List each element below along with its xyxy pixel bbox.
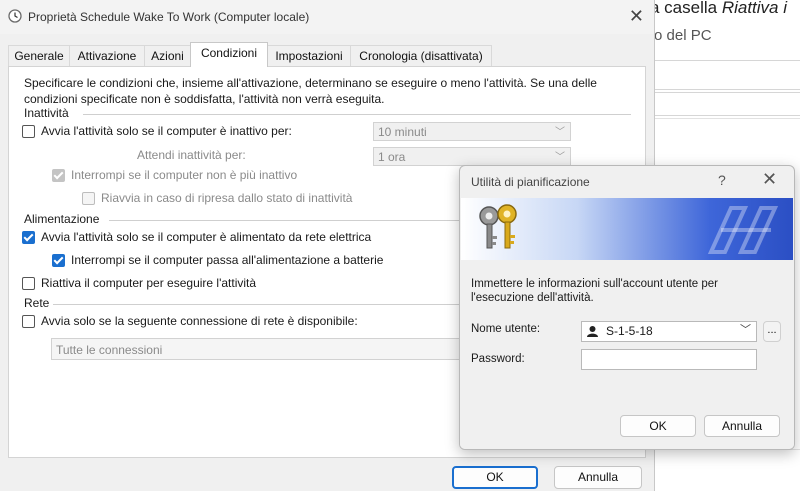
background-text-prefix: a casella: [650, 0, 722, 17]
wait-duration-select[interactable]: 1 ora ﹀: [373, 147, 571, 166]
idle-duration-select[interactable]: 10 minuti ﹀: [373, 122, 571, 141]
background-text-italic: Riattiva i: [721, 0, 788, 17]
ac-power-checkbox[interactable]: [22, 231, 35, 244]
network-connection-checkbox[interactable]: [22, 315, 35, 328]
network-connection-select[interactable]: Tutte le connessioni: [51, 338, 471, 360]
restart-idle-checkbox[interactable]: [82, 192, 95, 205]
tab-generale[interactable]: Generale: [8, 45, 70, 66]
stop-idle-label: Interrompi se il computer non è più inat…: [71, 168, 298, 182]
conditions-description: Specificare le condizioni che, insieme a…: [24, 76, 597, 106]
battery-stop-checkbox[interactable]: [52, 254, 65, 267]
dialog-title: Proprietà Schedule Wake To Work (Compute…: [28, 10, 310, 24]
chevron-down-icon: ﹀: [740, 324, 751, 336]
power-group-label: Alimentazione: [24, 212, 100, 226]
tab-condizioni[interactable]: Condizioni: [190, 42, 268, 67]
start-idle-label: Avvia l'attività solo se il computer è i…: [41, 124, 292, 138]
wait-idle-label: Attendi inattività per:: [137, 148, 246, 162]
credentials-cancel-button[interactable]: Annulla: [704, 415, 780, 437]
idle-duration-value: 10 minuti: [378, 125, 427, 139]
dialog-titlebar: Proprietà Schedule Wake To Work (Compute…: [0, 0, 654, 34]
cancel-button[interactable]: Annulla: [554, 466, 642, 489]
network-connection-value: Tutte le connessioni: [56, 343, 163, 357]
stop-idle-checkbox[interactable]: [52, 169, 65, 182]
idle-group-label: Inattività: [24, 106, 69, 120]
ok-button[interactable]: OK: [452, 466, 538, 489]
username-select[interactable]: S-1-5-18 ﹀: [581, 321, 757, 342]
background-text-line1: a casella Riattiva i: [650, 0, 787, 18]
keys-icon: [479, 204, 517, 249]
network-connection-label: Avvia solo se la seguente connessione di…: [41, 314, 358, 328]
battery-stop-label: Interrompi se il computer passa all'alim…: [71, 253, 384, 267]
idle-group-divider: [83, 114, 631, 115]
credentials-instructions: Immettere le informazioni sull'account u…: [471, 278, 719, 304]
browse-user-button[interactable]: ...: [763, 321, 781, 342]
credentials-body: Immettere le informazioni sull'account u…: [460, 260, 794, 449]
network-group-label: Rete: [24, 296, 50, 310]
password-field[interactable]: [581, 349, 757, 370]
tab-azioni[interactable]: Azioni: [144, 45, 191, 66]
background-field-2: [654, 92, 800, 116]
password-label: Password:: [471, 353, 525, 365]
credentials-dialog-title: Utilità di pianificazione: [471, 175, 590, 189]
start-idle-checkbox[interactable]: [22, 125, 35, 138]
background-text-line2: o del PC: [654, 27, 712, 44]
close-icon[interactable]: ✕: [629, 6, 644, 27]
wake-computer-label: Riattiva il computer per eseguire l'atti…: [41, 276, 257, 290]
tab-cronologia[interactable]: Cronologia (disattivata): [350, 45, 492, 66]
close-icon[interactable]: ✕: [762, 169, 777, 190]
wait-duration-value: 1 ora: [378, 150, 406, 164]
help-icon[interactable]: ?: [718, 172, 726, 188]
credentials-banner: [461, 198, 793, 260]
ac-power-label: Avvia l'attività solo se il computer è a…: [41, 230, 372, 244]
username-label: Nome utente:: [471, 323, 541, 335]
username-value: S-1-5-18: [606, 324, 653, 338]
chevron-down-icon: ﹀: [555, 127, 565, 138]
user-icon: [587, 326, 598, 337]
clock-icon: [8, 9, 22, 23]
banner-watermark-icon: [707, 206, 779, 254]
restart-idle-label: Riavvia in caso di ripresa dallo stato d…: [101, 191, 353, 205]
tab-attivazione[interactable]: Attivazione: [69, 45, 145, 66]
wake-computer-checkbox[interactable]: [22, 277, 35, 290]
credentials-ok-button[interactable]: OK: [620, 415, 696, 437]
background-field-1: [654, 60, 800, 90]
credentials-dialog: Utilità di pianificazione ? ✕ Immettere …: [459, 165, 795, 450]
tab-impostazioni[interactable]: Impostazioni: [267, 45, 351, 66]
